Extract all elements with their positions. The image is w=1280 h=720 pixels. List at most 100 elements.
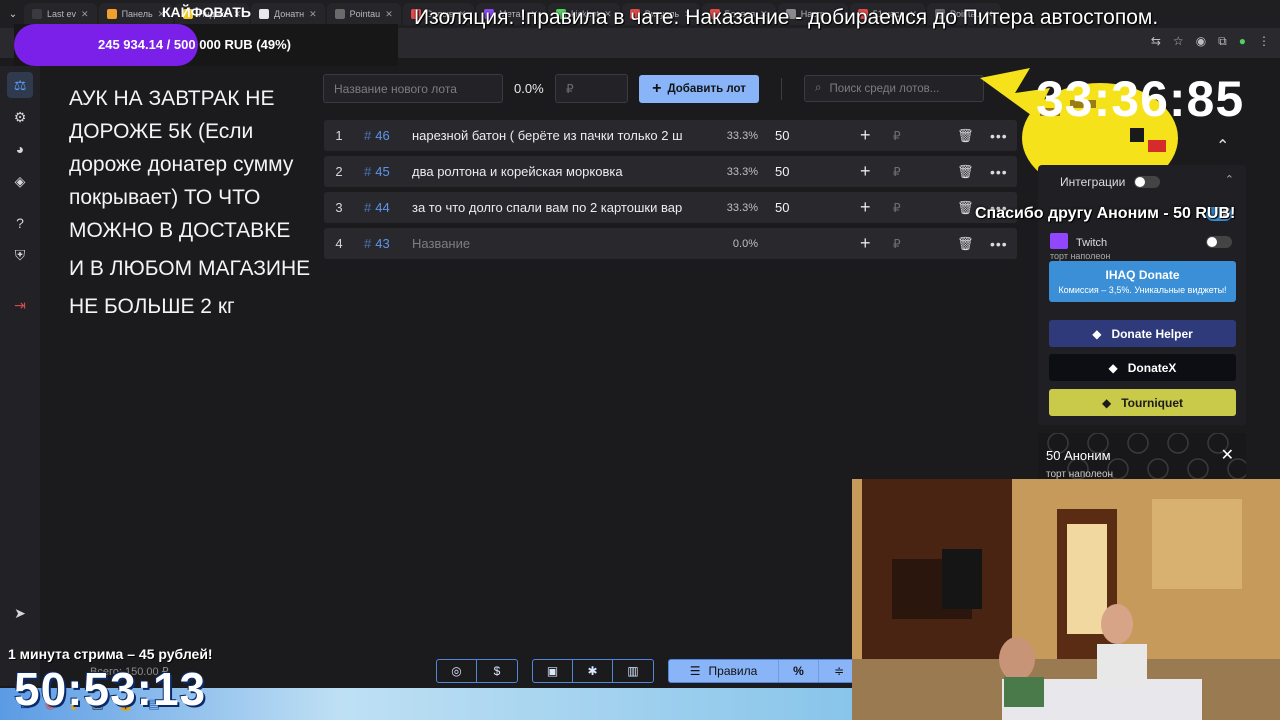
lot-id-value: 46 <box>375 128 390 143</box>
bookmark-star-icon[interactable]: ☆ <box>1173 34 1184 49</box>
tab-label: Last ev <box>47 9 77 19</box>
integration-button[interactable]: ◆ Donate Helper <box>1049 320 1236 347</box>
lot-index: 2 <box>335 164 343 179</box>
add-amount-plus-icon[interactable]: + <box>860 125 871 146</box>
lot-title[interactable]: два ролтона и корейская морковка <box>402 164 702 179</box>
toast-close-icon[interactable]: ✕ <box>1221 445 1234 465</box>
shield-icon[interactable]: ⛨ <box>7 242 33 268</box>
new-lot-percent: 0.0% <box>514 81 544 96</box>
logout-icon[interactable]: ⇥ <box>7 292 33 318</box>
integration-label: Tourniquet <box>1121 395 1183 410</box>
lot-percent: 0.0% <box>732 237 758 250</box>
integration-icon: ◆ <box>1092 326 1102 341</box>
lot-id-value: 43 <box>375 236 390 251</box>
delete-lot-trash-icon[interactable]: 🗑 <box>957 200 974 216</box>
integration-button[interactable]: IHAQ Donate Комиссия – 3,5%. Уникальные в… <box>1049 261 1236 302</box>
lot-id-value: 44 <box>375 200 390 215</box>
lot-title[interactable]: нарезной батон ( берёте из пачки только … <box>402 128 702 143</box>
integration-sub: Комиссия – 3,5%. Уникальные виджеты! <box>1058 285 1227 295</box>
integrations-header: Интеграции <box>1060 175 1126 189</box>
rules-label: Правила <box>708 664 758 678</box>
bug-icon[interactable]: ✱ <box>573 660 613 682</box>
tab-favicon <box>334 9 345 19</box>
add-lot-button[interactable]: + Добавить лот <box>639 75 759 103</box>
profile-avatar[interactable]: ● <box>1239 34 1246 49</box>
donate-dollar-icon[interactable]: $ <box>477 660 517 682</box>
github-icon[interactable]: ◎ <box>437 660 477 682</box>
wheel-icon[interactable]: ◕ <box>7 136 33 162</box>
lot-row[interactable]: 4 #43 Название 0.0% + ₽ 🗑 ••• <box>324 228 1017 259</box>
clear-lots-icon[interactable]: ▥ <box>613 660 653 682</box>
save-icon[interactable]: ▣ <box>533 660 573 682</box>
lot-row[interactable]: 2 #45 два ролтона и корейская морковка 33.3… <box>324 156 1017 187</box>
collapse-icon[interactable]: ⌃ <box>1216 136 1229 156</box>
stream-rate-note: 1 минута стрима – 45 рублей! <box>8 646 213 662</box>
lot-index: 1 <box>335 128 343 143</box>
twitch-toggle[interactable] <box>1206 236 1232 248</box>
lot-search-input[interactable]: ⌕ Поиск среди лотов... <box>804 75 984 102</box>
delete-lot-trash-icon[interactable]: 🗑 <box>957 164 974 180</box>
hash-icon: # <box>364 236 372 251</box>
lot-percent: 33.3% <box>726 201 758 214</box>
tab-label: Донатн <box>274 9 305 19</box>
lot-amount[interactable]: 50 <box>758 164 794 179</box>
new-lot-name-input[interactable]: Название нового лота <box>323 74 503 103</box>
lot-percent: 33.3% <box>726 129 758 142</box>
add-lot-label: Добавить лот <box>667 83 746 95</box>
add-amount-plus-icon[interactable]: + <box>860 197 871 218</box>
settings-gear-icon[interactable]: ⚙ <box>7 104 33 130</box>
telegram-icon[interactable]: ➤ <box>7 600 33 626</box>
search-icon: ⌕ <box>815 82 822 94</box>
add-amount-plus-icon[interactable]: + <box>860 161 871 182</box>
add-amount-plus-icon[interactable]: + <box>860 233 871 254</box>
integration-label: IHAQ Donate <box>1105 268 1180 282</box>
lot-title[interactable]: за то что долго спали вам по 2 картошки … <box>402 200 702 215</box>
new-lot-amount-input[interactable]: ₽ <box>555 74 628 103</box>
webcam-feed <box>852 479 1280 720</box>
tab-close-icon[interactable]: ✕ <box>81 9 89 20</box>
list-icon: ☰ <box>689 664 701 678</box>
donation-alert-text: Спасибо другу Аноним - 50 RUB! <box>975 205 1236 222</box>
donation-toast: 50 Аноним торт наполеон ✕ <box>1038 433 1246 481</box>
delete-lot-trash-icon[interactable]: 🗑 <box>957 128 974 144</box>
lot-id: #46 <box>354 128 402 143</box>
tab-close-icon[interactable]: ✕ <box>309 9 317 20</box>
lot-amount[interactable]: 50 <box>758 128 794 143</box>
lot-title[interactable]: Название <box>402 236 702 251</box>
auction-rules-text: АУК НА ЗАВТРАК НЕ ДОРОЖЕ 5К (Если дороже… <box>69 82 319 328</box>
integration-button[interactable]: ◆ Tourniquet <box>1049 389 1236 416</box>
rules-button[interactable]: ☰ Правила <box>669 660 779 682</box>
more-options-icon[interactable]: ••• <box>990 236 1008 252</box>
puzzle-icon[interactable]: ⧉ <box>1218 34 1227 49</box>
lot-row[interactable]: 1 #46 нарезной батон ( берёте из пачки тол… <box>324 120 1017 151</box>
integrations-toggle[interactable] <box>1134 176 1160 188</box>
integration-label: DonateX <box>1127 360 1177 375</box>
integration-button[interactable]: ◆ DonateX <box>1049 354 1236 381</box>
extension-icon[interactable]: ◉ <box>1196 34 1206 49</box>
delete-lot-trash-icon[interactable]: 🗑 <box>957 236 974 252</box>
tab-close-icon[interactable]: ✕ <box>385 9 393 20</box>
integrations-panel: Интеграции ⌃ Twitch торт наполеон IHAQ D… <box>1038 165 1246 425</box>
percent-icon[interactable]: % <box>779 660 819 682</box>
rules-line-2: И В ЛЮБОМ МАГАЗИНЕ <box>69 257 311 280</box>
lot-row[interactable]: 3 #44 за то что долго спали вам по 2 карто… <box>324 192 1017 223</box>
rules-line-3: НЕ БОЛЬШЕ 2 кг <box>69 295 235 318</box>
new-lot-name-placeholder: Название нового лота <box>334 81 457 96</box>
twitch-icon <box>1050 233 1068 249</box>
tab-label: Pointau <box>349 9 381 19</box>
layers-icon[interactable]: ◈ <box>7 168 33 194</box>
auction-gavel-icon[interactable]: ⚖ <box>7 72 33 98</box>
lot-id: #45 <box>354 164 402 179</box>
tab-list-icon[interactable]: ⌄ <box>4 5 22 23</box>
browser-tab[interactable]: Last ev ✕ <box>24 3 97 25</box>
hash-icon: # <box>364 164 372 179</box>
menu-kebab-icon[interactable]: ⋮ <box>1258 34 1270 49</box>
lot-amount[interactable]: 50 <box>758 200 794 215</box>
tab-label: Панель <box>121 9 153 19</box>
browser-tab[interactable]: Донатн ✕ <box>251 3 325 25</box>
translate-icon[interactable]: ⇆ <box>1151 34 1161 49</box>
lot-id-value: 45 <box>375 164 390 179</box>
chevron-up-icon[interactable]: ⌃ <box>1225 173 1234 186</box>
browser-tab[interactable]: Pointau ✕ <box>326 3 401 25</box>
help-icon[interactable]: ? <box>7 210 33 236</box>
